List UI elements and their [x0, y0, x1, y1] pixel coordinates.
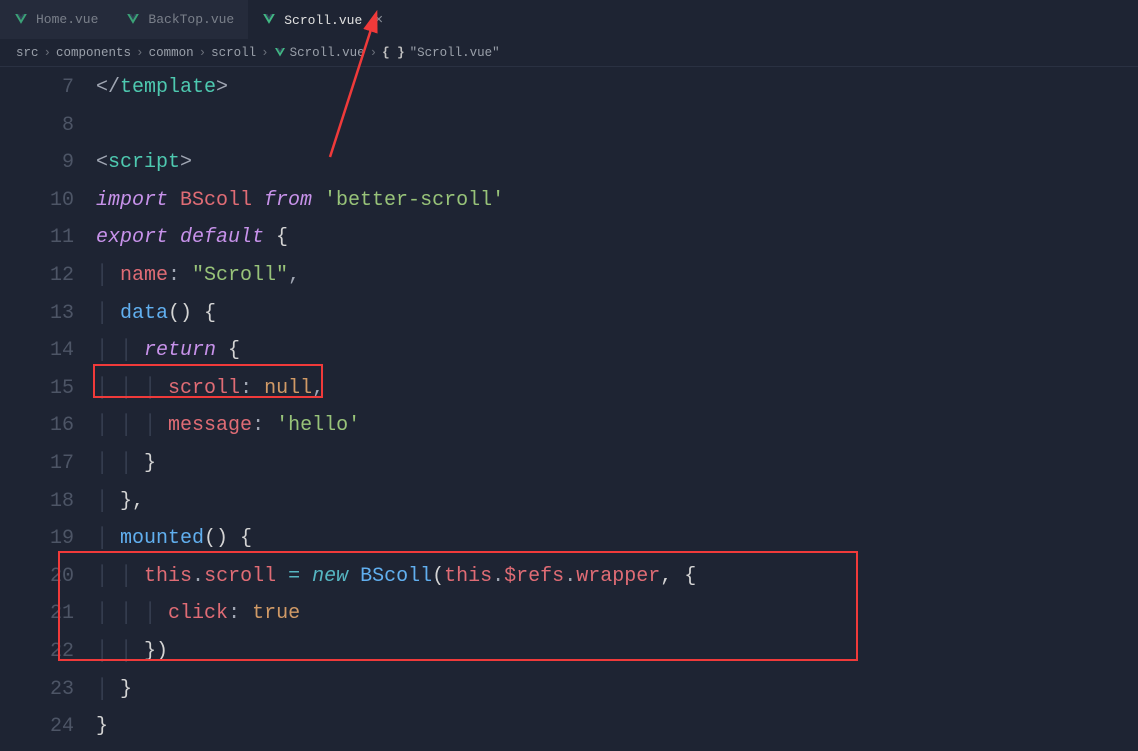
tab-label: BackTop.vue [148, 12, 234, 27]
vue-icon [262, 14, 276, 26]
breadcrumb-part[interactable]: src [16, 46, 39, 60]
breadcrumb-part[interactable]: Scroll.vue [290, 46, 365, 60]
code-editor[interactable]: 789101112131415161718192021222324 </temp… [0, 67, 1138, 746]
vue-icon [126, 14, 140, 26]
tab-label: Scroll.vue [284, 13, 362, 28]
breadcrumb-part[interactable]: "Scroll.vue" [410, 46, 500, 60]
tab-backtop[interactable]: BackTop.vue [112, 0, 248, 39]
breadcrumb-part[interactable]: common [149, 46, 194, 60]
vue-icon [14, 14, 28, 26]
tab-home[interactable]: Home.vue [0, 0, 112, 39]
vue-icon [274, 48, 286, 58]
breadcrumb: src › components › common › scroll › Scr… [0, 39, 1138, 67]
tab-label: Home.vue [36, 12, 98, 27]
chevron-right-icon: › [44, 46, 52, 60]
line-gutter: 789101112131415161718192021222324 [0, 69, 96, 746]
chevron-right-icon: › [370, 46, 378, 60]
braces-icon: { } [382, 46, 405, 60]
close-icon[interactable]: × [374, 12, 383, 29]
code-area[interactable]: </template> <script>import BScoll from '… [96, 69, 696, 746]
chevron-right-icon: › [261, 46, 269, 60]
tab-bar: Home.vue BackTop.vue Scroll.vue × [0, 0, 1138, 39]
chevron-right-icon: › [199, 46, 207, 60]
tab-scroll[interactable]: Scroll.vue × [248, 0, 397, 39]
breadcrumb-part[interactable]: scroll [211, 46, 256, 60]
breadcrumb-part[interactable]: components [56, 46, 131, 60]
chevron-right-icon: › [136, 46, 144, 60]
